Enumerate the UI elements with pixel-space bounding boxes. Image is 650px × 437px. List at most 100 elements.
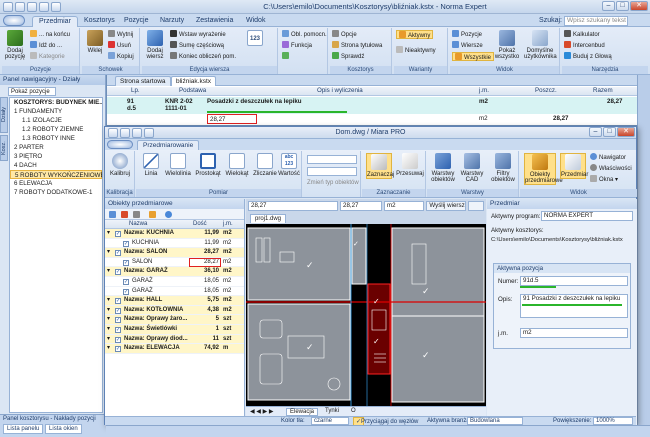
tree-node[interactable]: 1 FUNDAMENTY [10, 107, 102, 116]
calibrate-button[interactable]: Kalibruj [108, 153, 132, 177]
rows-view-button[interactable]: Wiersze [452, 41, 483, 50]
object-filters-button[interactable]: Filtry obiektów [489, 153, 517, 183]
polygon-tool-button[interactable]: Wielokąt [224, 153, 250, 177]
tab-naklady-pozycji[interactable]: Nakłady pozycji [54, 416, 96, 422]
measurement-value-cell[interactable]: 28,27 [207, 114, 257, 124]
object-checkbox[interactable]: ✓ [115, 269, 121, 276]
floor-plan-canvas[interactable]: ✓ ✓ ✓ ✓ ✓ ✓ ✓ [246, 224, 486, 406]
expand-icon[interactable]: ▾ [107, 325, 110, 335]
options-button[interactable]: Opcje [332, 30, 357, 39]
function-button[interactable]: Funkcja [282, 41, 312, 50]
przedmiar-panel-button[interactable]: Przedmiar [560, 153, 588, 179]
paste-button[interactable]: Wklej [84, 30, 106, 54]
miara-redo-icon[interactable] [144, 128, 154, 138]
object-checkbox[interactable]: ✓ [115, 250, 121, 257]
tab-pozycje[interactable]: Pozycje [118, 16, 155, 27]
navigator-button[interactable]: Nawigator [590, 153, 626, 162]
print-icon[interactable] [51, 2, 61, 12]
expand-icon[interactable]: ▾ [107, 315, 110, 325]
object-row[interactable]: ✓ GARAŻ 18,05 m2 [105, 277, 244, 287]
delete-button[interactable]: Usuń [108, 41, 131, 50]
object-checkbox[interactable]: ✓ [115, 326, 121, 333]
copy-object-icon[interactable] [133, 211, 140, 218]
object-row[interactable]: ▾ ✓ Nazwa: GARAŻ 36,10 m2 [105, 267, 244, 277]
table-row-position[interactable]: 91 d.5 KNR 2-02 1111-01 Posadzki z deszc… [107, 97, 637, 114]
object-row[interactable]: ▾ ✓ Nazwa: SALON 28,27 m2 [105, 248, 244, 258]
abc-button[interactable] [282, 52, 291, 61]
bg-color-select[interactable]: czarne [311, 417, 349, 425]
doc-tab-start[interactable]: Strona startowa [115, 76, 171, 86]
expand-icon[interactable]: ▾ [107, 344, 110, 354]
miara-minimize-icon[interactable]: – [589, 127, 602, 137]
object-row[interactable]: ▾ ✓ Nazwa: ELEWACJA 74,92 m [105, 344, 244, 354]
tree-node[interactable]: 3 PIĘTRO [10, 152, 102, 161]
search-input[interactable]: Wpisz szukany tekst [564, 16, 628, 26]
cad-layers-button[interactable]: Warstwy CAD [459, 153, 485, 183]
go-to-button[interactable]: Idź do ... [30, 41, 62, 50]
object-row[interactable]: ✓ SALON 28,27 m2 [105, 257, 244, 268]
miara-app-icon[interactable] [108, 128, 118, 138]
object-checkbox[interactable]: ✓ [123, 278, 129, 285]
tree-node[interactable]: 4 DACH [10, 161, 102, 170]
tree-node[interactable]: 1.3 ROBOTY INNE [10, 134, 102, 143]
tree-node[interactable]: KOSZTORYS: BUDYNEK MIE... [10, 98, 102, 107]
object-checkbox[interactable]: ✓ [115, 231, 121, 237]
active-button[interactable]: Aktywny [396, 30, 434, 39]
send-row-button[interactable]: Wyślij wiersz [426, 201, 466, 211]
inactive-button[interactable]: Nieaktywny [396, 46, 436, 55]
measurement-objects-button[interactable]: Obiekty przedmiarowe [524, 153, 563, 185]
calculator-button[interactable]: Kalkulator [564, 30, 600, 39]
send-options-button[interactable] [468, 201, 484, 211]
check-button[interactable]: Sprawdź [332, 52, 364, 61]
count-tool-button[interactable]: Zliczanie [252, 153, 278, 177]
redo-icon[interactable] [39, 2, 49, 12]
object-checkbox[interactable]: ✓ [123, 240, 129, 247]
measure-unit-input[interactable]: m2 [384, 201, 424, 211]
object-row[interactable]: ▾ ✓ Nazwa: KOTŁOWNIA 4,38 m2 [105, 305, 244, 316]
number-123-button[interactable]: 123 [244, 30, 266, 48]
tree-node[interactable]: 6 ELEWACJA [10, 179, 102, 188]
polyline-tool-button[interactable]: Wielolinia [164, 153, 192, 177]
intercenbud-button[interactable]: Intercenbud [564, 41, 605, 50]
properties-button[interactable]: Właściwości [590, 164, 632, 173]
rectangle-tool-button[interactable]: Prostokąt [194, 153, 222, 177]
close-icon[interactable]: ✕ [630, 1, 648, 11]
doc-tab-blizniak[interactable]: bliźniak.kstx [171, 76, 217, 86]
show-positions-tab[interactable]: Pokaż pozycje [8, 87, 56, 96]
object-checkbox[interactable]: ✓ [123, 259, 129, 266]
expand-icon[interactable]: ▾ [107, 267, 110, 277]
delete-object-icon[interactable] [121, 211, 128, 218]
object-row[interactable]: ▾ ✓ Nazwa: Świetlówki 1 szt [105, 324, 244, 335]
miara-maximize-icon[interactable]: □ [603, 127, 616, 137]
tab-widok[interactable]: Widok [240, 16, 271, 27]
maximize-icon[interactable]: □ [616, 1, 629, 11]
table-row-measurement[interactable]: 28,27 m2 28,27 [107, 114, 637, 124]
active-program-select[interactable]: NORMA EXPERT [541, 211, 633, 221]
cut-button[interactable]: Wytnij [108, 30, 133, 39]
sheet-tab-o[interactable]: O [348, 408, 359, 414]
vtab-kosztorys[interactable]: Kosz. [0, 135, 8, 161]
tree-node[interactable]: 7 ROBOTY DODATKOWE-1 [10, 188, 102, 197]
object-row[interactable]: ✓ KUCHNIA 11,99 m2 [105, 239, 244, 249]
add-position-button[interactable]: Dodaj pozycję [4, 30, 26, 60]
line-style-select[interactable] [307, 167, 357, 176]
sheet-tab-elewacja[interactable]: Elewacja [286, 408, 319, 416]
at-end-button[interactable]: ... na końcu [30, 30, 70, 39]
object-row[interactable]: ✓ GARAŻ 18,05 m2 [105, 287, 244, 297]
all-view-button[interactable]: Wszystkie [452, 52, 494, 61]
end-calc-button[interactable]: Koniec obliczeń pom. [170, 52, 236, 61]
miara-close-icon[interactable]: ✕ [617, 127, 635, 137]
object-row[interactable]: ▾ ✓ Nazwa: Oprawy żaro... 5 szt [105, 315, 244, 325]
tab-przedmiarowanie[interactable]: Przedmiarowanie [137, 140, 200, 150]
expand-icon[interactable]: ▾ [107, 296, 110, 306]
object-layers-button[interactable]: Warstwy obiektów [429, 153, 457, 183]
number-field[interactable]: 91d.5 [520, 276, 628, 286]
add-object-icon[interactable] [109, 211, 116, 218]
expand-icon[interactable]: ▾ [107, 335, 110, 345]
tab-kosztorys[interactable]: Kosztorys [78, 16, 121, 27]
aux-calc-button[interactable]: Obl. pomocn. [282, 30, 327, 39]
object-checkbox[interactable]: ✓ [115, 298, 121, 305]
measure-value-input[interactable]: 28,27 [248, 201, 338, 211]
sheet-tab-tynki[interactable]: Tynki [322, 408, 342, 414]
panel-list-button[interactable]: Lista panelu [3, 424, 44, 434]
